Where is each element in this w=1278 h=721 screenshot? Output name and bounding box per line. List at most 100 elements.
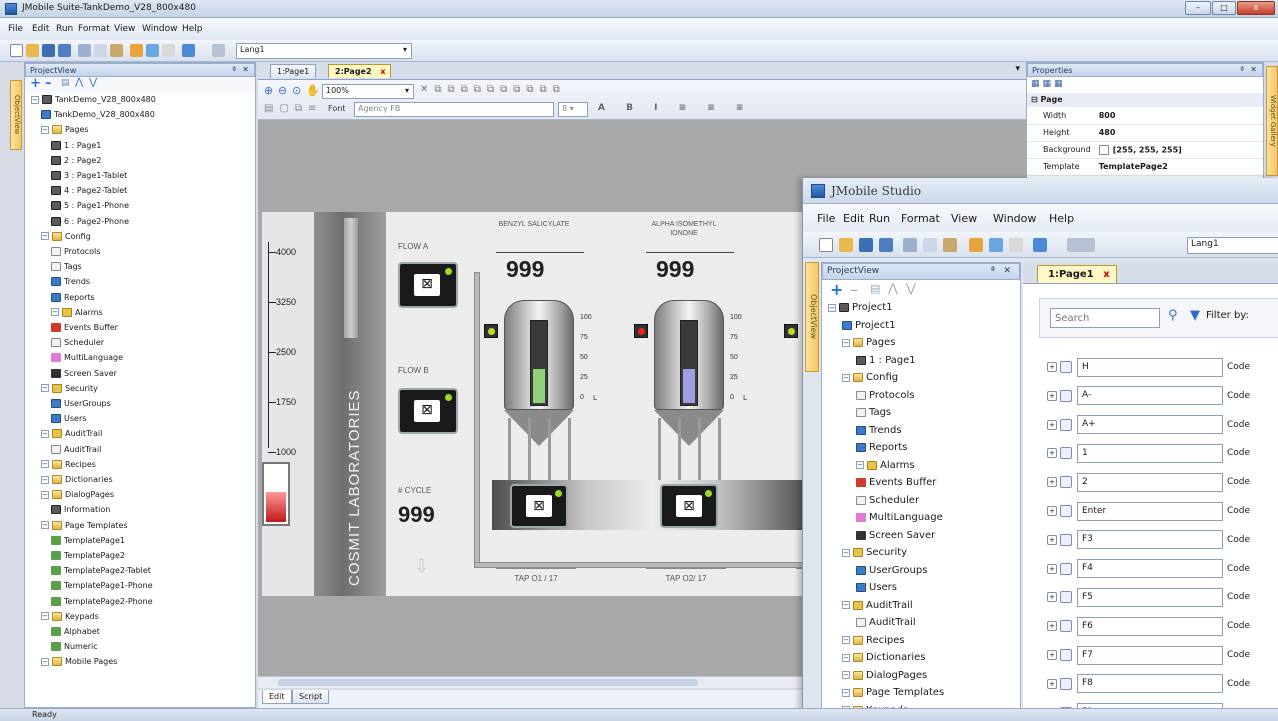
cut-icon[interactable] [78,44,91,57]
row-checkbox[interactable] [1060,677,1072,690]
tab-edit[interactable]: Edit [262,690,292,704]
expand-row-icon[interactable]: + [1047,506,1057,516]
paste-icon[interactable] [110,44,123,57]
tree-item[interactable]: UserGroups [51,399,111,408]
studio-menu-run[interactable]: Run [869,212,890,225]
font-select[interactable]: Agency FB [354,102,554,117]
property-row[interactable]: Background [255, 255, 255] [1027,141,1263,159]
expander-icon[interactable]: − [51,308,59,317]
tree-item[interactable]: 2 : Page2 [51,155,101,165]
expand-row-icon[interactable]: + [1047,362,1057,372]
menu-run[interactable]: Run [56,24,73,34]
close-button[interactable]: x [1237,1,1275,15]
keypad-row[interactable]: + Enter Code [1047,500,1278,522]
expander-icon[interactable]: − [856,461,864,469]
expand-row-icon[interactable]: + [1047,563,1057,574]
filter-icon[interactable]: ▼ [1190,308,1200,323]
tree-item[interactable]: Alphabet [51,627,100,636]
expander-icon[interactable]: − [41,490,49,499]
tree-item[interactable]: − AuditTrail [41,429,102,439]
zoom-select[interactable]: 100% ▾ [322,84,414,99]
run-icon[interactable] [146,44,159,57]
filter-label[interactable]: Filter by: [1206,310,1249,321]
tree-item[interactable]: − Security [842,547,907,558]
tree-item[interactable]: − Dictionaries [41,475,113,484]
tree-item[interactable]: Trends [856,425,902,436]
language-icon[interactable] [1067,238,1095,252]
paste-icon[interactable] [943,238,957,252]
tree-item[interactable]: − Pages [41,125,89,135]
tree-item[interactable]: Events Buffer [51,323,118,332]
keypad-row[interactable]: + A- Code [1047,385,1278,407]
remove-icon[interactable]: – [850,280,858,299]
expander-icon[interactable]: − [842,688,850,697]
row-checkbox[interactable] [1060,591,1072,604]
language-icon[interactable] [212,44,225,57]
tree-item[interactable]: − Alarms [856,460,915,471]
property-row[interactable]: Width 800 [1027,107,1263,125]
download-icon[interactable] [969,238,983,252]
pin-icon[interactable]: ª [1240,65,1244,74]
key-name-input[interactable]: F4 [1077,559,1223,579]
tree-item[interactable]: TemplatePage1-Phone [51,581,153,591]
row-checkbox[interactable] [1060,649,1072,661]
tab-script[interactable]: Script [292,690,330,704]
expand-row-icon[interactable]: + [1047,448,1057,459]
tab-list-chevron-icon[interactable]: ▾ [1015,64,1020,74]
expander-icon[interactable]: − [31,95,39,104]
tree-item[interactable]: Events Buffer [856,477,936,488]
expander-icon[interactable]: − [41,612,49,621]
tree-item[interactable]: Scheduler [51,338,104,348]
add-icon[interactable]: + [30,76,41,91]
tree-item[interactable]: TankDemo_V28_800x480 [41,110,155,120]
tank-valve-button[interactable]: ⊠ [510,484,568,528]
key-name-input[interactable]: Enter [1077,501,1223,521]
format-tools-icons[interactable]: ▤▢⧉≡ [264,103,322,114]
scrollbar-thumb[interactable] [278,679,698,686]
tree-item[interactable]: TemplatePage1 [51,535,125,545]
new-icon[interactable] [10,44,23,57]
keypad-row[interactable]: + F3 Code [1047,529,1278,551]
save-icon[interactable] [42,44,55,57]
tree-item[interactable]: Reports [856,442,907,453]
keypad-row[interactable]: + F8 Code [1047,673,1278,695]
row-checkbox[interactable] [1060,447,1072,460]
download-icon[interactable] [130,44,143,57]
help-icon[interactable] [182,44,195,57]
tree-item[interactable]: − Security [41,383,98,393]
tree-item[interactable]: 6 : Page2-Phone [51,216,129,226]
studio-language-select[interactable]: Lang1 [1187,237,1278,254]
properties-toolbar-icons[interactable]: ▦▦▦ [1027,77,1263,93]
tree-item[interactable]: Screen Saver [51,368,117,378]
tree-item[interactable]: 1 : Page1 [51,140,101,150]
expand-row-icon[interactable]: + [1047,534,1057,545]
font-size-select[interactable]: 8 ▾ [558,102,588,117]
save-all-icon[interactable] [58,44,71,57]
expand-row-icon[interactable]: + [1047,477,1057,488]
expand-row-icon[interactable]: + [1047,390,1057,401]
tree-item[interactable]: − Page Templates [41,520,128,530]
close-panel-icon[interactable]: ✕ [242,65,249,74]
save-all-icon[interactable] [879,238,893,252]
tree-item[interactable]: − AuditTrail [842,600,913,611]
run-icon[interactable] [989,238,1003,252]
tree-item[interactable]: TemplatePage2-Tablet [51,566,151,576]
tree-item[interactable]: 4 : Page2-Tablet [51,186,127,196]
tree-item[interactable]: Scheduler [856,495,919,506]
pin-icon[interactable]: ª [232,65,236,74]
add-icon[interactable]: + [830,280,843,299]
close-tab-icon[interactable]: x [380,67,385,76]
tree-item[interactable]: Protocols [51,247,100,256]
move-down-icon[interactable]: ⋁ [906,281,916,295]
objectview-side-tab[interactable]: ObjectView [10,80,22,150]
keypad-row[interactable]: + F5 Code [1047,586,1278,608]
keypad-row[interactable]: + F6 Code [1047,615,1278,637]
zoom-fit-icon[interactable]: ⊙ [292,84,301,97]
minimize-button[interactable]: – [1185,1,1211,15]
new-icon[interactable] [819,238,833,252]
close-panel-icon[interactable]: ✕ [1250,65,1257,74]
expander-icon[interactable]: − [41,460,49,469]
key-name-input[interactable]: A+ [1077,415,1223,435]
stop-icon[interactable] [162,44,175,57]
tree-item[interactable]: Information [51,505,110,515]
